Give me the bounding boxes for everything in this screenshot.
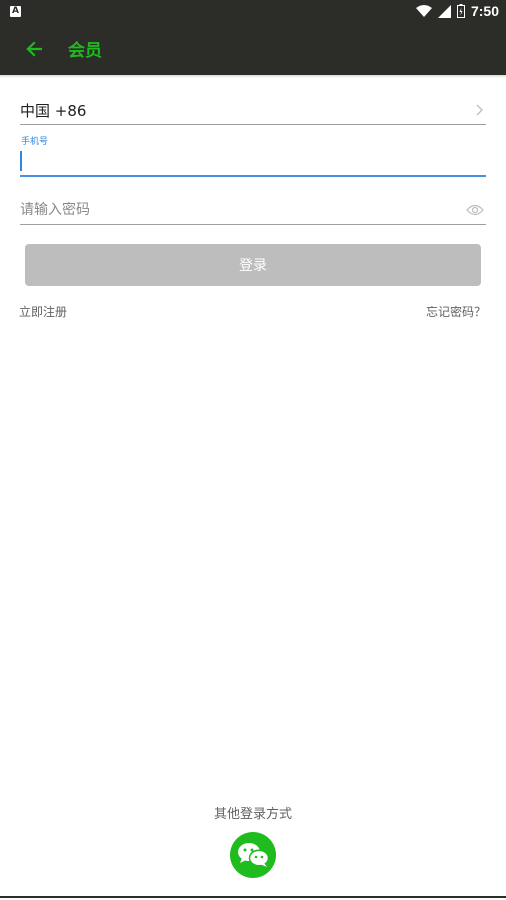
phone-field[interactable] [20, 146, 486, 177]
country-code-label: 中国 +86 [20, 101, 87, 120]
eye-icon [466, 204, 484, 216]
wifi-icon [415, 5, 432, 17]
other-login-label: 其他登录方式 [213, 807, 292, 822]
status-left: A [10, 5, 21, 17]
notification-icon: A [10, 5, 21, 17]
back-arrow-icon [26, 40, 42, 57]
forgot-password-link[interactable]: 忘记密码？ [426, 303, 486, 320]
text-caret [20, 151, 22, 171]
register-link[interactable]: 立即注册 [19, 303, 67, 320]
toggle-password-visibility-button[interactable] [464, 199, 486, 221]
login-button[interactable]: 登录 [25, 244, 481, 286]
page-title: 会员 [68, 41, 102, 61]
toolbar: 会员 [0, 22, 506, 75]
battery-icon [456, 4, 465, 18]
status-time: 7:50 [470, 3, 499, 19]
chevron-right-icon [476, 104, 483, 116]
wechat-login-button[interactable] [230, 832, 276, 878]
wechat-icon [238, 843, 270, 867]
password-field[interactable] [20, 196, 486, 225]
signal-icon [437, 4, 451, 18]
status-bar: A 7:50 [0, 0, 506, 22]
status-right: 7:50 [415, 3, 499, 19]
phone-input[interactable] [20, 146, 486, 175]
password-input[interactable] [20, 196, 464, 224]
toolbar-shadow [0, 75, 506, 78]
back-button[interactable] [14, 29, 54, 69]
bottom-divider [0, 896, 506, 898]
country-selector[interactable]: 中国 +86 [20, 96, 486, 125]
